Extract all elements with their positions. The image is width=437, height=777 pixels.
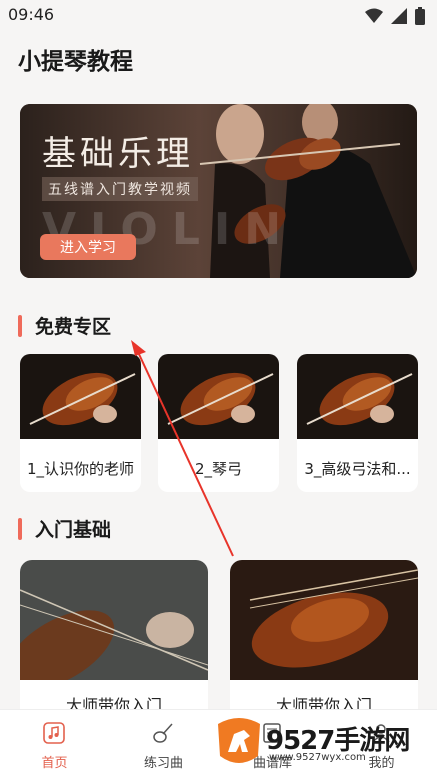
tab-label: 练习曲 [143,756,183,771]
tab-home[interactable]: 首页 [0,710,109,777]
watermark-url: www.9527wyx.com [269,752,366,763]
site-watermark: 9527手游网 www.9527wyx.com [214,714,414,770]
horse-logo-icon [218,718,260,763]
tab-practice[interactable]: 练习曲 [109,710,218,777]
music-note-icon [43,722,65,744]
annotation-arrow [131,340,234,557]
tab-label: 首页 [41,756,68,771]
guitar-icon [153,723,173,743]
